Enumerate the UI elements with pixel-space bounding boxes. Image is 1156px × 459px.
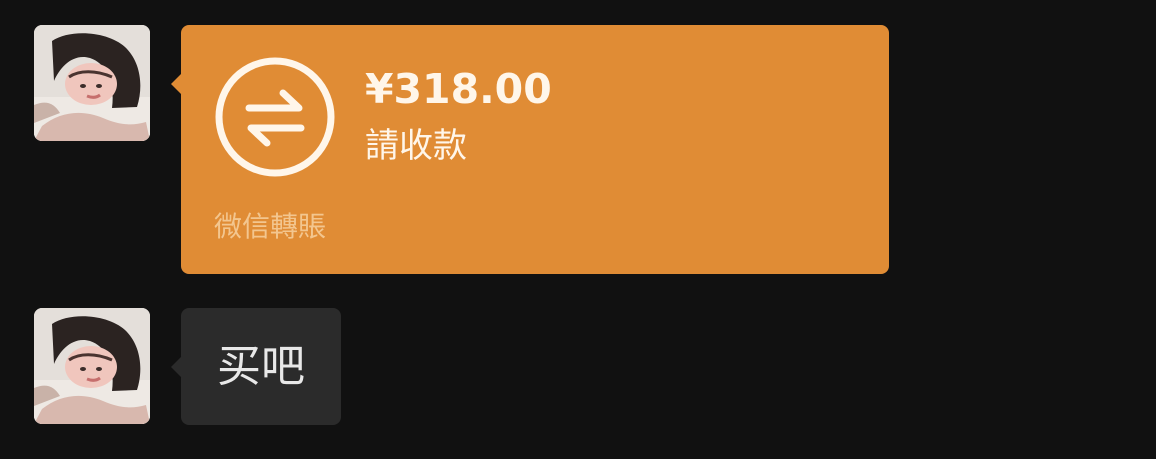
sender-avatar[interactable] [34,308,150,424]
avatar-photo [34,308,150,424]
message-text: 买吧 [217,340,305,392]
message-bubble-tail [171,73,182,95]
exchange-arrows-icon [215,57,335,177]
transfer-status: 請收款 [365,126,467,166]
chat-conversation: ¥318.00 請收款 微信轉賬 买吧 [0,0,1156,459]
transfer-service-label: 微信轉賬 [214,210,327,243]
avatar-photo [34,25,150,141]
transfer-amount: ¥318.00 [365,65,552,113]
wechat-transfer-card[interactable]: ¥318.00 請收款 微信轉賬 [171,25,889,274]
message-bubble-tail [171,356,182,378]
sender-avatar[interactable] [34,25,150,141]
text-message-bubble[interactable]: 买吧 [171,308,341,425]
